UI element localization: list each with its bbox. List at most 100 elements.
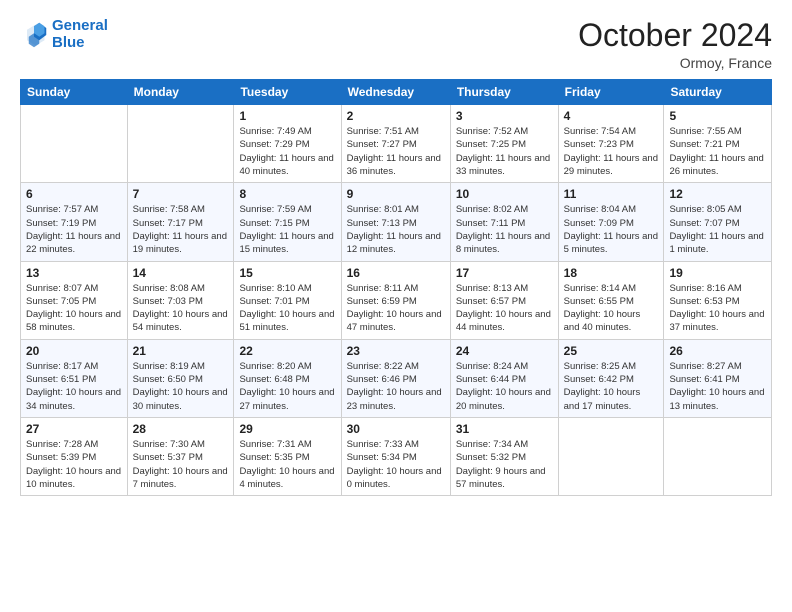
calendar-cell: 2Sunrise: 7:51 AM Sunset: 7:27 PM Daylig… xyxy=(341,105,450,183)
calendar-cell: 28 Sunrise: 7:30 AM Sunset: 5:37 PM Dayli… xyxy=(127,417,234,495)
day-number: 29 xyxy=(239,422,335,436)
day-info: Sunrise: 8:17 AM Sunset: 6:51 PM Dayligh… xyxy=(26,360,122,413)
day-number: 16 xyxy=(347,266,445,280)
calendar-cell: 12 Sunrise: 8:05 AM Sunset: 7:07 PM Dayli… xyxy=(664,183,772,261)
calendar-cell: 27 Sunrise: 7:28 AM Sunset: 5:39 PM Dayli… xyxy=(21,417,128,495)
logo-icon xyxy=(20,21,48,49)
calendar-cell: 29 Sunrise: 7:31 AM Sunset: 5:35 PM Dayli… xyxy=(234,417,341,495)
day-info: Sunrise: 8:01 AM Sunset: 7:13 PM Dayligh… xyxy=(347,203,445,256)
day-number: 27 xyxy=(26,422,122,436)
calendar-week-row: 1 Sunrise: 7:49 AM Sunset: 7:29 PM Daylig… xyxy=(21,105,772,183)
logo-blue: Blue xyxy=(52,35,108,52)
day-info: Sunrise: 8:14 AM Sunset: 6:55 PM Dayligh… xyxy=(564,282,659,335)
calendar-cell: 3Sunrise: 7:52 AM Sunset: 7:25 PM Daylig… xyxy=(450,105,558,183)
day-number: 22 xyxy=(239,344,335,358)
day-number: 4 xyxy=(564,109,659,123)
day-number: 26 xyxy=(669,344,766,358)
calendar-cell xyxy=(127,105,234,183)
day-number: 6 xyxy=(26,187,122,201)
calendar-cell: 17Sunrise: 8:13 AM Sunset: 6:57 PM Dayli… xyxy=(450,261,558,339)
day-number: 1 xyxy=(239,109,335,123)
weekday-header: Saturday xyxy=(664,80,772,105)
day-info: Sunrise: 8:25 AM Sunset: 6:42 PM Dayligh… xyxy=(564,360,659,413)
day-number: 8 xyxy=(239,187,335,201)
calendar-week-row: 20 Sunrise: 8:17 AM Sunset: 6:51 PM Dayli… xyxy=(21,339,772,417)
weekday-header: Tuesday xyxy=(234,80,341,105)
calendar-cell: 23 Sunrise: 8:22 AM Sunset: 6:46 PM Dayli… xyxy=(341,339,450,417)
day-number: 10 xyxy=(456,187,553,201)
day-number: 9 xyxy=(347,187,445,201)
calendar-cell: 14 Sunrise: 8:08 AM Sunset: 7:03 PM Dayli… xyxy=(127,261,234,339)
weekday-header: Monday xyxy=(127,80,234,105)
day-info: Sunrise: 7:28 AM Sunset: 5:39 PM Dayligh… xyxy=(26,438,122,491)
calendar-cell: 31Sunrise: 7:34 AM Sunset: 5:32 PM Dayli… xyxy=(450,417,558,495)
day-number: 20 xyxy=(26,344,122,358)
day-number: 11 xyxy=(564,187,659,201)
day-info: Sunrise: 7:54 AM Sunset: 7:23 PM Dayligh… xyxy=(564,125,659,178)
page: General Blue October 2024 Ormoy, France … xyxy=(0,0,792,612)
day-number: 30 xyxy=(347,422,445,436)
day-info: Sunrise: 7:59 AM Sunset: 7:15 PM Dayligh… xyxy=(239,203,335,256)
weekday-header: Thursday xyxy=(450,80,558,105)
calendar-cell: 8 Sunrise: 7:59 AM Sunset: 7:15 PM Daylig… xyxy=(234,183,341,261)
calendar-cell: 20 Sunrise: 8:17 AM Sunset: 6:51 PM Dayli… xyxy=(21,339,128,417)
day-number: 13 xyxy=(26,266,122,280)
calendar-cell: 16 Sunrise: 8:11 AM Sunset: 6:59 PM Dayli… xyxy=(341,261,450,339)
location: Ormoy, France xyxy=(578,55,772,71)
calendar-cell: 5 Sunrise: 7:55 AM Sunset: 7:21 PM Daylig… xyxy=(664,105,772,183)
day-info: Sunrise: 7:31 AM Sunset: 5:35 PM Dayligh… xyxy=(239,438,335,491)
day-number: 24 xyxy=(456,344,553,358)
weekday-header-row: SundayMondayTuesdayWednesdayThursdayFrid… xyxy=(21,80,772,105)
day-info: Sunrise: 7:52 AM Sunset: 7:25 PM Dayligh… xyxy=(456,125,553,178)
month-title: October 2024 xyxy=(578,18,772,53)
calendar-cell: 19Sunrise: 8:16 AM Sunset: 6:53 PM Dayli… xyxy=(664,261,772,339)
calendar-cell: 13 Sunrise: 8:07 AM Sunset: 7:05 PM Dayli… xyxy=(21,261,128,339)
calendar-cell xyxy=(664,417,772,495)
day-info: Sunrise: 7:30 AM Sunset: 5:37 PM Dayligh… xyxy=(133,438,229,491)
calendar-cell: 22Sunrise: 8:20 AM Sunset: 6:48 PM Dayli… xyxy=(234,339,341,417)
logo-text: General Blue xyxy=(52,18,108,51)
day-info: Sunrise: 8:24 AM Sunset: 6:44 PM Dayligh… xyxy=(456,360,553,413)
logo: General Blue xyxy=(20,18,108,51)
day-info: Sunrise: 8:04 AM Sunset: 7:09 PM Dayligh… xyxy=(564,203,659,256)
day-info: Sunrise: 8:11 AM Sunset: 6:59 PM Dayligh… xyxy=(347,282,445,335)
calendar-cell xyxy=(21,105,128,183)
day-info: Sunrise: 8:13 AM Sunset: 6:57 PM Dayligh… xyxy=(456,282,553,335)
calendar-cell: 9 Sunrise: 8:01 AM Sunset: 7:13 PM Daylig… xyxy=(341,183,450,261)
calendar-cell: 4 Sunrise: 7:54 AM Sunset: 7:23 PM Daylig… xyxy=(558,105,664,183)
calendar-cell: 21Sunrise: 8:19 AM Sunset: 6:50 PM Dayli… xyxy=(127,339,234,417)
calendar-cell: 18 Sunrise: 8:14 AM Sunset: 6:55 PM Dayli… xyxy=(558,261,664,339)
day-info: Sunrise: 8:05 AM Sunset: 7:07 PM Dayligh… xyxy=(669,203,766,256)
day-number: 7 xyxy=(133,187,229,201)
calendar-cell: 25Sunrise: 8:25 AM Sunset: 6:42 PM Dayli… xyxy=(558,339,664,417)
day-info: Sunrise: 7:57 AM Sunset: 7:19 PM Dayligh… xyxy=(26,203,122,256)
weekday-header: Friday xyxy=(558,80,664,105)
day-info: Sunrise: 7:33 AM Sunset: 5:34 PM Dayligh… xyxy=(347,438,445,491)
day-number: 15 xyxy=(239,266,335,280)
calendar-cell xyxy=(558,417,664,495)
day-info: Sunrise: 8:10 AM Sunset: 7:01 PM Dayligh… xyxy=(239,282,335,335)
day-info: Sunrise: 7:51 AM Sunset: 7:27 PM Dayligh… xyxy=(347,125,445,178)
day-info: Sunrise: 8:08 AM Sunset: 7:03 PM Dayligh… xyxy=(133,282,229,335)
calendar-cell: 6 Sunrise: 7:57 AM Sunset: 7:19 PM Daylig… xyxy=(21,183,128,261)
day-number: 21 xyxy=(133,344,229,358)
day-number: 28 xyxy=(133,422,229,436)
day-info: Sunrise: 8:22 AM Sunset: 6:46 PM Dayligh… xyxy=(347,360,445,413)
day-number: 19 xyxy=(669,266,766,280)
day-number: 5 xyxy=(669,109,766,123)
day-info: Sunrise: 7:55 AM Sunset: 7:21 PM Dayligh… xyxy=(669,125,766,178)
day-number: 18 xyxy=(564,266,659,280)
calendar-cell: 11 Sunrise: 8:04 AM Sunset: 7:09 PM Dayli… xyxy=(558,183,664,261)
day-info: Sunrise: 8:27 AM Sunset: 6:41 PM Dayligh… xyxy=(669,360,766,413)
day-number: 14 xyxy=(133,266,229,280)
calendar-cell: 24 Sunrise: 8:24 AM Sunset: 6:44 PM Dayli… xyxy=(450,339,558,417)
day-number: 12 xyxy=(669,187,766,201)
calendar-cell: 1 Sunrise: 7:49 AM Sunset: 7:29 PM Daylig… xyxy=(234,105,341,183)
calendar-cell: 10Sunrise: 8:02 AM Sunset: 7:11 PM Dayli… xyxy=(450,183,558,261)
calendar-week-row: 13 Sunrise: 8:07 AM Sunset: 7:05 PM Dayli… xyxy=(21,261,772,339)
day-info: Sunrise: 7:58 AM Sunset: 7:17 PM Dayligh… xyxy=(133,203,229,256)
weekday-header: Sunday xyxy=(21,80,128,105)
day-info: Sunrise: 7:49 AM Sunset: 7:29 PM Dayligh… xyxy=(239,125,335,178)
day-info: Sunrise: 8:07 AM Sunset: 7:05 PM Dayligh… xyxy=(26,282,122,335)
day-number: 23 xyxy=(347,344,445,358)
